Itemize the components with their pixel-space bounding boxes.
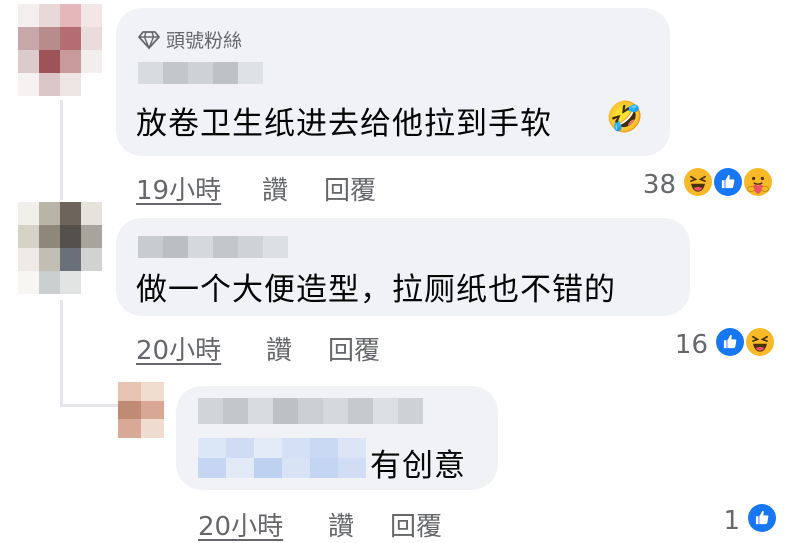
comment-text: 做一个大便造型，拉厕纸也不错的 [136, 272, 616, 308]
thread-line [60, 100, 63, 200]
reaction-count[interactable]: 1 [710, 506, 740, 536]
like-button[interactable]: 讚 [328, 506, 354, 543]
badge-label: 頭號粉絲 [166, 30, 243, 52]
comment-timestamp[interactable]: 19小時 [136, 170, 221, 207]
comment-text: 有创意 [370, 448, 466, 484]
commenter-name[interactable] [198, 398, 423, 424]
haha-reaction-icon[interactable] [682, 166, 714, 198]
like-reaction-icon[interactable] [712, 166, 744, 198]
like-reaction-icon[interactable] [714, 326, 746, 358]
like-reaction-icon[interactable] [746, 502, 778, 534]
thread-line [60, 300, 63, 405]
reply-button[interactable]: 回覆 [328, 330, 380, 367]
care-reaction-icon[interactable] [742, 166, 774, 198]
reaction-count[interactable]: 38 [630, 170, 676, 200]
like-button[interactable]: 讚 [266, 330, 292, 367]
reaction-count[interactable]: 16 [664, 330, 708, 360]
like-button[interactable]: 讚 [262, 170, 288, 207]
avatar[interactable] [18, 202, 102, 294]
comment-text: 放卷卫生纸进去给他拉到手软 [136, 106, 552, 142]
comment-timestamp[interactable]: 20小時 [136, 330, 221, 367]
reply-connector [60, 404, 120, 407]
reply-button[interactable]: 回覆 [390, 506, 442, 543]
tagged-name[interactable] [198, 438, 366, 478]
haha-reaction-icon[interactable] [744, 326, 776, 358]
reply-button[interactable]: 回覆 [324, 170, 376, 207]
avatar[interactable] [118, 382, 164, 438]
rofl-emoji: 🤣 [606, 100, 644, 135]
comment-timestamp[interactable]: 20小時 [198, 506, 283, 543]
commenter-name[interactable] [138, 236, 288, 258]
avatar[interactable] [18, 4, 102, 96]
diamond-icon [138, 30, 160, 50]
top-fan-badge: 頭號粉絲 [138, 26, 242, 53]
commenter-name[interactable] [138, 62, 263, 84]
